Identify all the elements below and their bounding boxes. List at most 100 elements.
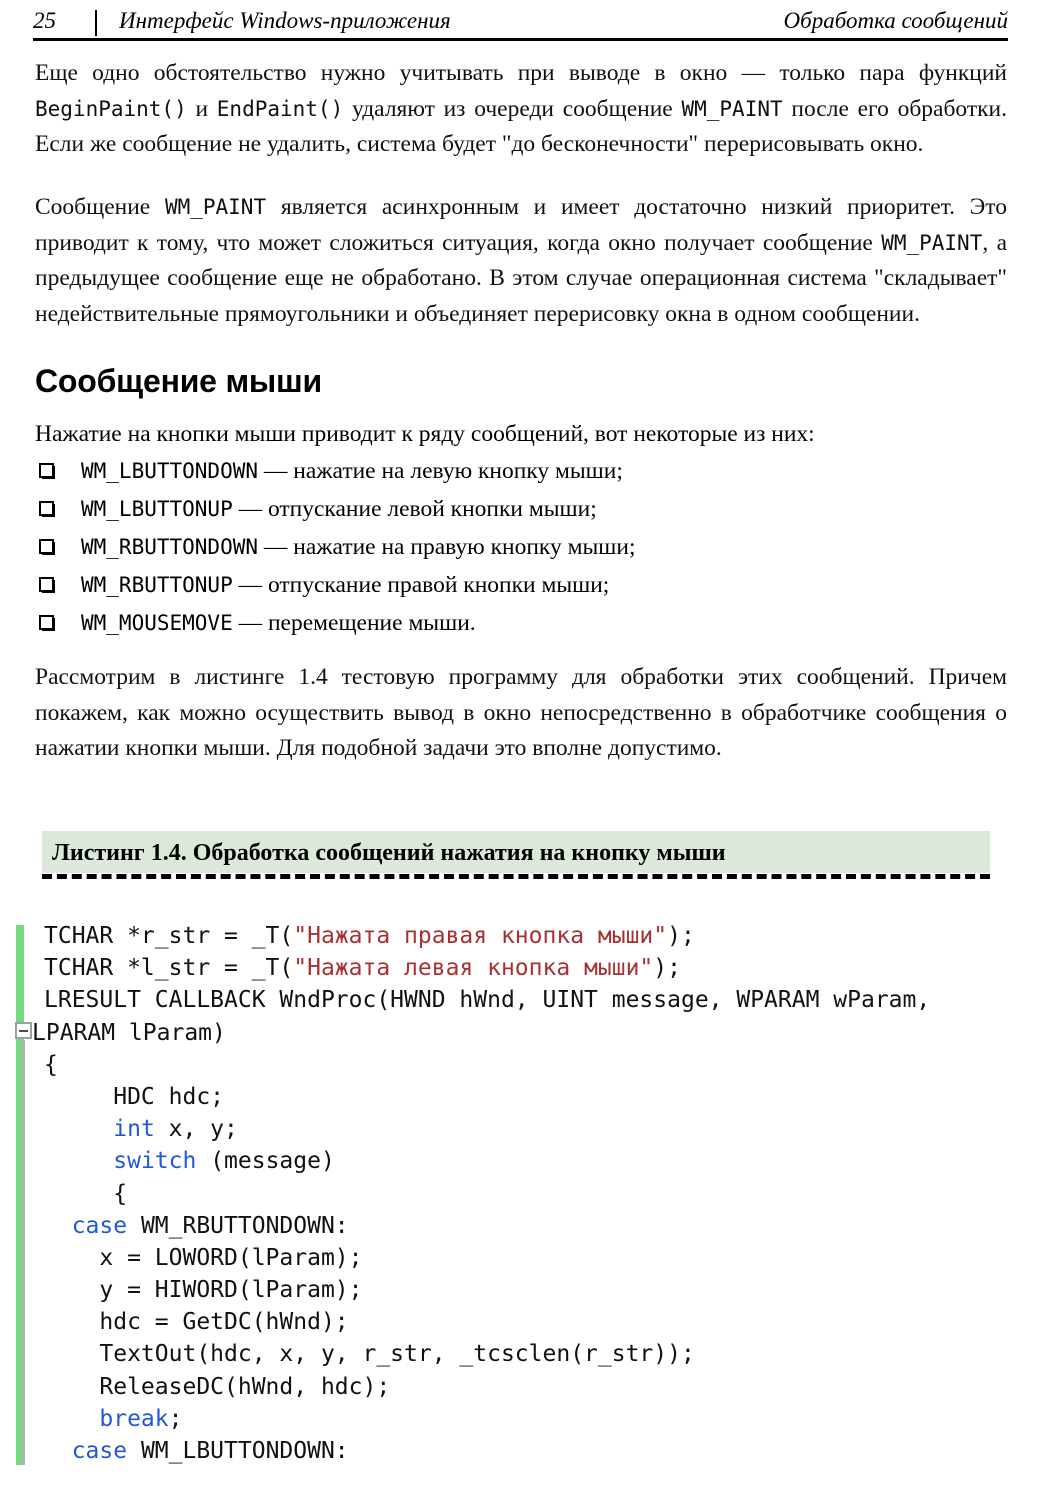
square-bullet-icon	[39, 463, 57, 479]
para1-code-endpaint: EndPaint()	[216, 96, 344, 121]
list-item: WM_RBUTTONDOWN — нажатие на правую кнопк…	[35, 529, 985, 567]
mouse-message-list: WM_LBUTTONDOWN — нажатие на левую кнопку…	[35, 453, 985, 643]
para1-code-wm-paint: WM_PAINT	[681, 96, 783, 121]
paragraph-wm-paint-queue: Еще одно обстоятельство нужно учитывать …	[35, 56, 1007, 163]
code-line: case WM_LBUTTONDOWN:	[44, 1435, 1024, 1467]
list-item-description: — отпускание правой кнопки мыши;	[232, 572, 610, 598]
code-token: {	[44, 1180, 128, 1207]
code-line: TextOut(hdc, x, y, r_str, _tcsclen(r_str…	[44, 1338, 1024, 1370]
code-line: TCHAR *r_str = _T("Нажата правая кнопка …	[44, 920, 1024, 952]
list-item: WM_LBUTTONUP — отпускание левой кнопки м…	[35, 491, 985, 529]
code-line: break;	[44, 1403, 1024, 1435]
header-title-right: Обработка сообщений	[783, 8, 1008, 33]
page-running-head: 25 Интерфейс Windows-приложения Обработк…	[33, 8, 1008, 42]
list-item-description: — нажатие на левую кнопку мыши;	[258, 458, 623, 484]
para1-text-b: и	[186, 95, 217, 122]
code-token: x, y;	[154, 1116, 238, 1143]
para1-code-beginpaint: BeginPaint()	[35, 96, 187, 121]
square-bullet-icon	[39, 539, 57, 555]
code-token: LPARAM lParam)	[32, 1019, 226, 1046]
code-string-literal: "Нажата правая кнопка мыши"	[293, 923, 668, 949]
code-token: x = LOWORD(lParam);	[44, 1244, 363, 1271]
code-keyword: break	[99, 1405, 169, 1432]
code-token: hdc = GetDC(hWnd);	[44, 1309, 349, 1336]
code-keyword: int	[113, 1116, 155, 1143]
listing-caption-text: Листинг 1.4. Обработка сообщений нажатия…	[52, 840, 726, 866]
square-bullet-icon	[39, 615, 57, 631]
code-token: (message)	[196, 1148, 335, 1175]
list-item-code: WM_LBUTTONDOWN	[81, 459, 259, 483]
code-token: y = HIWORD(lParam);	[44, 1277, 363, 1304]
code-line: y = HIWORD(lParam);	[44, 1274, 1024, 1306]
list-item-text: WM_RBUTTONUP — отпускание правой кнопки …	[81, 567, 609, 603]
list-item-text: WM_RBUTTONDOWN — нажатие на правую кнопк…	[81, 529, 635, 565]
code-line: TCHAR *l_str = _T("Нажата левая кнопка м…	[44, 952, 1024, 984]
code-line: switch (message)	[44, 1145, 1024, 1177]
code-indent-guide	[22, 1040, 25, 1465]
code-token: WM_LBUTTONDOWN:	[127, 1438, 349, 1464]
header-rule	[33, 38, 1008, 41]
code-listing-block: TCHAR *r_str = _T("Нажата правая кнопка …	[16, 920, 1026, 1465]
code-line: ReleaseDC(hWnd, hdc);	[44, 1371, 1024, 1403]
list-item: WM_LBUTTONDOWN — нажатие на левую кнопку…	[35, 453, 985, 491]
code-token: TCHAR *l_str = _T(	[44, 955, 294, 982]
code-line: {	[44, 1049, 1024, 1081]
page-number: 25	[33, 8, 56, 33]
list-item-code: WM_RBUTTONDOWN	[81, 535, 259, 559]
list-item-text: WM_LBUTTONDOWN — нажатие на левую кнопку…	[81, 453, 623, 489]
para2-text-a: Сообщение	[35, 194, 165, 220]
list-item-description: — нажатие на правую кнопку мыши;	[258, 534, 636, 560]
list-item-description: — отпускание левой кнопки мыши;	[232, 496, 597, 522]
list-item-code: WM_LBUTTONUP	[81, 497, 233, 521]
para2-code-wm-paint-1: WM_PAINT	[164, 195, 267, 219]
code-token: TextOut(hdc, x, y, r_str, _tcsclen(r_str…	[44, 1341, 695, 1368]
code-keyword: case	[71, 1438, 128, 1464]
code-line: HDC hdc;	[44, 1081, 1024, 1113]
code-line: LRESULT CALLBACK WndProc(HWND hWnd, UINT…	[44, 984, 1024, 1016]
code-line: int x, y;	[44, 1113, 1024, 1145]
list-item-code: WM_MOUSEMOVE	[81, 611, 233, 635]
para1-text-a: Еще одно обстоятельство нужно учитывать …	[35, 60, 1007, 86]
code-keyword: switch	[113, 1148, 197, 1175]
code-line: case WM_RBUTTONDOWN:	[44, 1210, 1024, 1242]
code-token: ReleaseDC(hWnd, hdc);	[44, 1373, 391, 1400]
code-line: x = LOWORD(lParam);	[44, 1242, 1024, 1274]
list-item: WM_MOUSEMOVE — перемещение мыши.	[35, 605, 985, 643]
square-bullet-icon	[39, 501, 57, 517]
code-collapse-toggle-icon[interactable]	[15, 1022, 32, 1039]
square-bullet-icon	[39, 577, 57, 593]
code-token: );	[653, 955, 681, 982]
header-title-left: Интерфейс Windows-приложения	[119, 8, 451, 33]
list-item-description: — перемещение мыши.	[232, 610, 476, 636]
header-divider	[95, 10, 97, 36]
code-lines: TCHAR *r_str = _T("Нажата правая кнопка …	[32, 920, 1024, 1467]
list-item-code: WM_RBUTTONUP	[81, 573, 233, 597]
listing-dashed-rule	[42, 874, 990, 879]
code-token: TCHAR *r_str = _T(	[44, 923, 294, 949]
list-item-text: WM_MOUSEMOVE — перемещение мыши.	[81, 605, 476, 641]
code-string-literal: "Нажата левая кнопка мыши"	[293, 955, 654, 982]
code-line: hdc = GetDC(hWnd);	[44, 1306, 1024, 1338]
code-line: {	[44, 1178, 1024, 1210]
section-heading-mouse-message: Сообщение мыши	[35, 363, 322, 399]
para1-text-c: удаляют из очереди сообщение	[343, 95, 682, 122]
code-token: ;	[168, 1405, 183, 1432]
code-token: {	[44, 1051, 58, 1078]
code-line: LPARAM lParam)	[32, 1017, 1024, 1049]
paragraph-listing-intro: Рассмотрим в листинге 1.4 тестовую прогр…	[35, 664, 1007, 762]
code-keyword: case	[71, 1212, 128, 1239]
code-token: HDC hdc;	[44, 1083, 225, 1110]
list-item: WM_RBUTTONUP — отпускание правой кнопки …	[35, 567, 985, 605]
list-lead-in-text: Нажатие на кнопки мыши приводит к ряду с…	[35, 421, 815, 447]
list-item-text: WM_LBUTTONUP — отпускание левой кнопки м…	[81, 491, 597, 527]
code-token: );	[667, 923, 695, 949]
code-token: WM_RBUTTONDOWN:	[127, 1212, 349, 1239]
code-token: LRESULT CALLBACK WndProc(HWND hWnd, UINT…	[44, 987, 931, 1014]
paragraph-wm-paint-async: Сообщение WM_PAINT является асинхронным …	[35, 190, 1007, 332]
para2-code-wm-paint-2: WM_PAINT	[881, 230, 983, 255]
